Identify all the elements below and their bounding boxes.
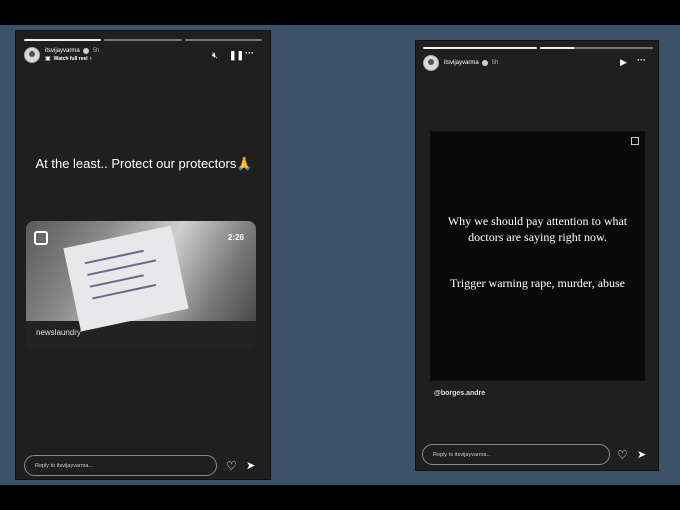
reel-duration: 2:26 — [227, 233, 244, 242]
progress-segment — [184, 39, 262, 41]
progress-segment — [104, 39, 182, 41]
watch-full-reel-link[interactable]: Watch full reel — [54, 56, 88, 62]
username[interactable]: itsvijayvarma — [45, 48, 80, 54]
story-image-card: Why we should pay attention to what doct… — [430, 131, 645, 381]
story-header: itsvijayvarma 5h ▣ Watch full reel › — [24, 47, 99, 63]
progress-bar — [423, 47, 653, 49]
reel-icon: ▣ — [45, 56, 51, 62]
story-caption: At the least.. Protect our protectors🙏 — [35, 156, 253, 171]
story-panel-2: itsvijayvarma 5h ▶ ··· Why we should pay… — [415, 40, 659, 471]
avatar[interactable] — [423, 55, 439, 71]
mute-icon[interactable]: 🔇︎ — [212, 50, 218, 61]
reply-input[interactable]: Reply to itsvijayvarma... — [24, 455, 217, 476]
verified-icon — [481, 60, 488, 66]
copy-icon — [631, 137, 639, 145]
heart-icon[interactable]: ♡ — [617, 448, 628, 462]
reply-input[interactable]: Reply to itsvijayvarma... — [422, 444, 610, 465]
progress-segment — [24, 39, 102, 41]
progress-segment — [423, 47, 537, 49]
verified-icon — [82, 48, 89, 54]
progress-segment — [539, 47, 653, 49]
post-time: 5h — [491, 60, 499, 66]
pause-icon[interactable]: ❚❚ — [229, 50, 244, 61]
progress-bar — [24, 39, 262, 41]
reels-icon — [34, 231, 48, 245]
play-icon[interactable]: ▶ — [620, 57, 627, 68]
stage: itsvijayvarma 5h ▣ Watch full reel › 🔇︎ … — [0, 25, 680, 485]
more-icon[interactable]: ··· — [245, 48, 254, 58]
paper-image — [63, 225, 189, 332]
avatar[interactable] — [24, 47, 40, 63]
reel-thumbnail — [26, 221, 256, 332]
card-text-main: Why we should pay attention to what doct… — [447, 214, 628, 244]
reel-source: newslaundry — [36, 328, 81, 337]
post-time: 5h — [92, 48, 100, 54]
story-panel-1: itsvijayvarma 5h ▣ Watch full reel › 🔇︎ … — [15, 30, 271, 480]
send-icon[interactable]: ➤ — [246, 459, 255, 472]
shared-reel-card[interactable]: 2:26 newslaundry — [26, 221, 256, 349]
heart-icon[interactable]: ♡ — [226, 459, 237, 473]
username[interactable]: itsvijayvarma — [444, 60, 479, 66]
send-icon[interactable]: ➤ — [637, 448, 646, 461]
more-icon[interactable]: ··· — [637, 55, 646, 65]
story-header: itsvijayvarma 5h — [423, 55, 498, 71]
chevron-right-icon: › — [89, 55, 92, 62]
card-text-warning: Trigger warning rape, murder, abuse — [449, 276, 626, 290]
mention-tag[interactable]: @borges.andre — [434, 390, 485, 397]
